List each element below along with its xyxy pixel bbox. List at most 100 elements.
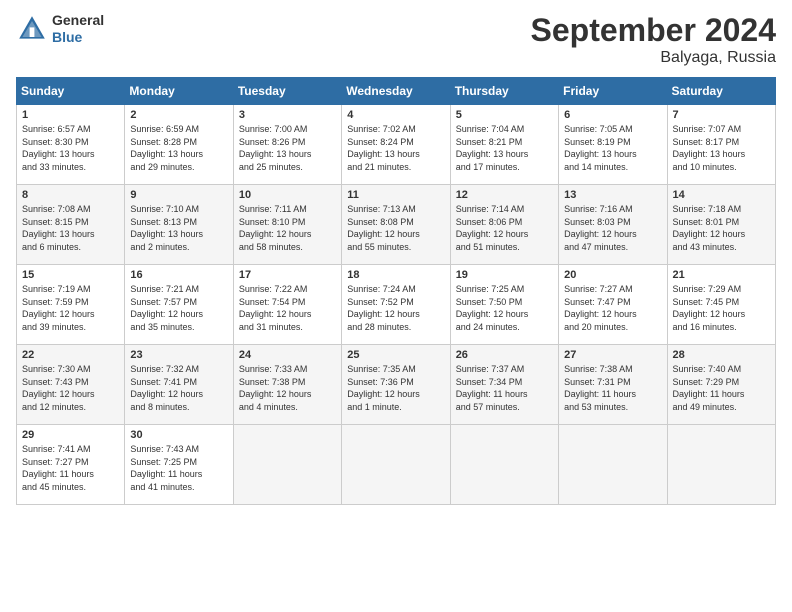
day-info-line: Sunset: 7:25 PM [130,457,197,467]
day-info-line: Daylight: 12 hours [239,389,312,399]
day-info-line: and 45 minutes. [22,482,86,492]
day-info-line: Daylight: 13 hours [22,229,95,239]
day-info-line: Daylight: 12 hours [456,309,529,319]
day-info-line: Daylight: 12 hours [564,229,637,239]
calendar-cell [233,425,341,505]
day-info: Sunrise: 7:35 AMSunset: 7:36 PMDaylight:… [347,363,444,413]
day-info-line: Sunset: 7:47 PM [564,297,631,307]
day-info-line: and 28 minutes. [347,322,411,332]
day-info-line: and 29 minutes. [130,162,194,172]
day-info-line: Daylight: 13 hours [130,149,203,159]
calendar-cell: 1Sunrise: 6:57 AMSunset: 8:30 PMDaylight… [17,105,125,185]
day-info-line: Sunset: 7:29 PM [673,377,740,387]
day-info-line: Sunset: 8:26 PM [239,137,306,147]
day-info-line: and 14 minutes. [564,162,628,172]
day-info-line: Sunset: 7:57 PM [130,297,197,307]
day-info-line: Daylight: 13 hours [456,149,529,159]
day-number: 4 [347,109,444,121]
day-info-line: Sunset: 8:13 PM [130,217,197,227]
calendar-cell: 3 Sunrise: 7:00 AMSunset: 8:26 PMDaylight… [233,105,341,185]
day-info-line: Sunrise: 7:27 AM [564,284,633,294]
calendar-cell: 16Sunrise: 7:21 AMSunset: 7:57 PMDayligh… [125,265,233,345]
day-info-line: Daylight: 12 hours [130,389,203,399]
day-info-line: and 49 minutes. [673,402,737,412]
day-info-line: and 17 minutes. [456,162,520,172]
day-info-line: Sunset: 8:10 PM [239,217,306,227]
day-info-line: Sunrise: 7:30 AM [22,364,91,374]
calendar-cell: 13 Sunrise: 7:16 AMSunset: 8:03 PMDayligh… [559,185,667,265]
col-friday: Friday [559,78,667,105]
day-info-line: and 8 minutes. [130,402,189,412]
calendar-cell: 6Sunrise: 7:05 AMSunset: 8:19 PMDaylight… [559,105,667,185]
day-info-line: Sunrise: 7:43 AM [130,444,199,454]
day-number: 13 [564,189,661,201]
day-number: 12 [456,189,553,201]
day-info: Sunrise: 7:05 AMSunset: 8:19 PMDaylight:… [564,123,661,173]
day-info-line: and 24 minutes. [456,322,520,332]
day-number: 17 [239,269,336,281]
calendar-cell [450,425,558,505]
day-info-line: Sunrise: 7:21 AM [130,284,199,294]
day-info-line: Sunset: 7:59 PM [22,297,89,307]
day-number: 14 [673,189,770,201]
calendar-cell: 14 Sunrise: 7:18 AMSunset: 8:01 PMDayligh… [667,185,775,265]
day-info-line: Daylight: 13 hours [564,149,637,159]
day-info-line: Sunrise: 7:41 AM [22,444,91,454]
calendar-table: Sunday Monday Tuesday Wednesday Thursday… [16,77,776,505]
day-number: 2 [130,109,227,121]
day-info-line: Daylight: 13 hours [22,149,95,159]
day-number: 20 [564,269,661,281]
day-info: Sunrise: 7:18 AMSunset: 8:01 PMDaylight:… [673,203,770,253]
day-number: 8 [22,189,119,201]
day-info-line: Sunrise: 7:32 AM [130,364,199,374]
day-number: 27 [564,349,661,361]
calendar-cell: 12Sunrise: 7:14 AMSunset: 8:06 PMDayligh… [450,185,558,265]
day-number: 10 [239,189,336,201]
day-info: Sunrise: 7:27 AM Sunset: 7:47 PM Daylight:… [564,283,661,333]
day-info-line: Sunrise: 7:18 AM [673,204,742,214]
day-info-line: and 35 minutes. [130,322,194,332]
calendar-cell: 24Sunrise: 7:33 AMSunset: 7:38 PMDayligh… [233,345,341,425]
day-info-line: Sunrise: 7:33 AM [239,364,308,374]
day-info-line: and 57 minutes. [456,402,520,412]
day-info-line: Sunrise: 7:35 AM [347,364,416,374]
day-info-line: Sunrise: 6:57 AM [22,124,91,134]
day-info: Sunrise: 7:07 AMSunset: 8:17 PMDaylight:… [673,123,770,173]
calendar-cell: 11Sunrise: 7:13 AMSunset: 8:08 PMDayligh… [342,185,450,265]
day-info-line: and 4 minutes. [239,402,298,412]
day-info: Sunrise: 7:40 AMSunset: 7:29 PMDaylight:… [673,363,770,413]
calendar-cell: 19Sunrise: 7:25 AMSunset: 7:50 PMDayligh… [450,265,558,345]
day-info: Sunrise: 7:00 AMSunset: 8:26 PMDaylight:… [239,123,336,173]
day-number: 21 [673,269,770,281]
col-wednesday: Wednesday [342,78,450,105]
day-info: Sunrise: 7:25 AMSunset: 7:50 PMDaylight:… [456,283,553,333]
logo: General Blue [16,12,104,46]
day-number: 5 [456,109,553,121]
day-number: 26 [456,349,553,361]
day-info-line: Daylight: 13 hours [130,229,203,239]
day-info-line: Sunset: 8:06 PM [456,217,523,227]
day-info-line: Sunrise: 7:37 AM [456,364,525,374]
day-info-line: Daylight: 12 hours [564,309,637,319]
day-info-line: and 1 minute. [347,402,402,412]
day-info-line: Sunset: 8:17 PM [673,137,740,147]
day-info-line: and 41 minutes. [130,482,194,492]
calendar-cell: 20 Sunrise: 7:27 AM Sunset: 7:47 PM Dayligh… [559,265,667,345]
calendar-week-row: 1Sunrise: 6:57 AMSunset: 8:30 PMDaylight… [17,105,776,185]
day-info: Sunrise: 7:38 AMSunset: 7:31 PMDaylight:… [564,363,661,413]
day-number: 3 [239,109,336,121]
day-info-line: Sunrise: 7:11 AM [239,204,307,214]
calendar-cell: 23Sunrise: 7:32 AMSunset: 7:41 PMDayligh… [125,345,233,425]
day-info-line: Sunrise: 7:02 AM [347,124,416,134]
day-info: Sunrise: 7:32 AMSunset: 7:41 PMDaylight:… [130,363,227,413]
calendar-cell: 26Sunrise: 7:37 AMSunset: 7:34 PMDayligh… [450,345,558,425]
day-number: 11 [347,189,444,201]
day-info-line: Daylight: 12 hours [239,229,312,239]
col-thursday: Thursday [450,78,558,105]
day-info-line: and 31 minutes. [239,322,303,332]
day-info-line: and 58 minutes. [239,242,303,252]
day-info-line: Sunset: 7:50 PM [456,297,523,307]
day-info-line: Daylight: 11 hours [673,389,745,399]
day-info-line: Sunset: 8:28 PM [130,137,197,147]
day-info: Sunrise: 7:16 AMSunset: 8:03 PMDaylight:… [564,203,661,253]
